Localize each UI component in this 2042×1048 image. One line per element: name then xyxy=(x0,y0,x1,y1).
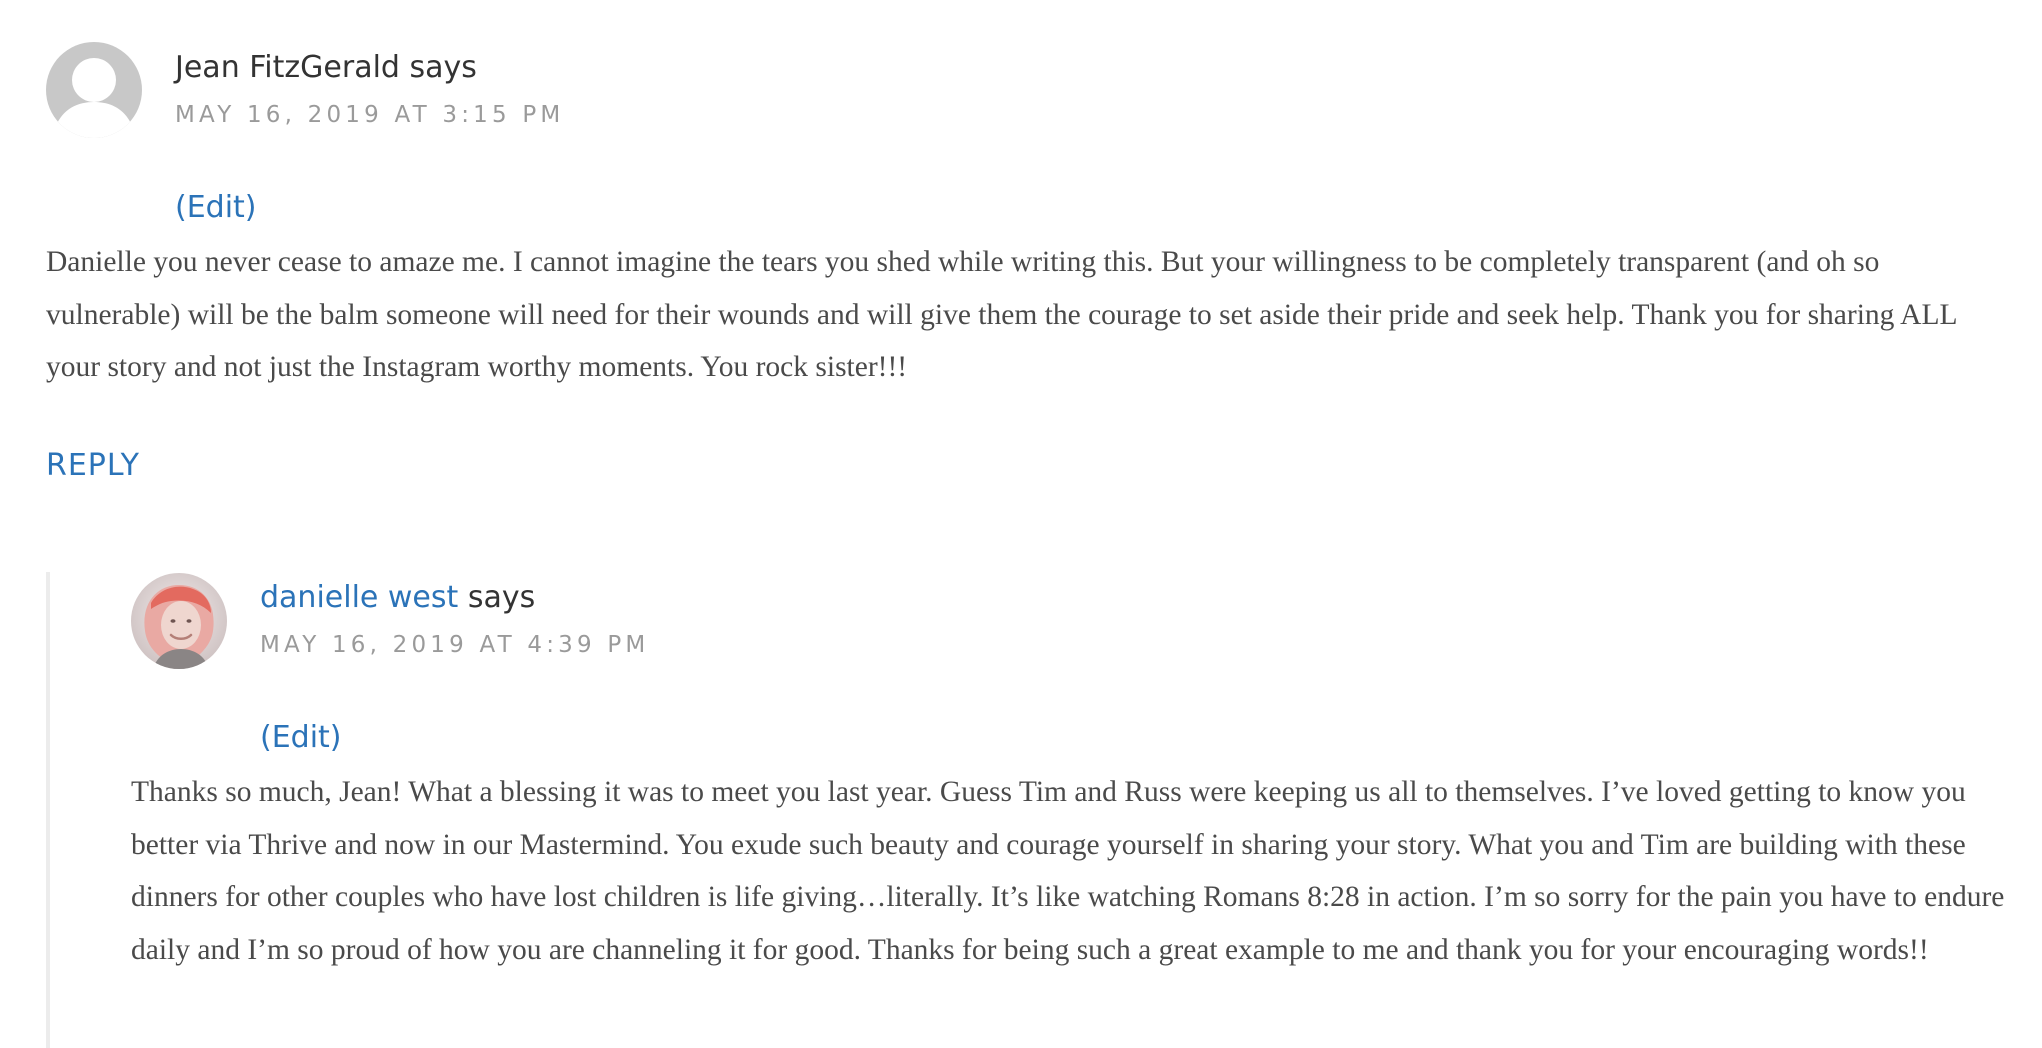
default-avatar-icon xyxy=(46,42,142,138)
reply-body: Thanks so much, Jean! What a blessing it… xyxy=(131,776,2005,966)
reply-says-label: says xyxy=(467,580,536,615)
comment-parent: Jean FitzGerald says MAY 16, 2019 AT 3:1… xyxy=(0,0,2042,520)
reply-date[interactable]: MAY 16, 2019 AT 4:39 PM xyxy=(260,631,649,659)
comment-date[interactable]: MAY 16, 2019 AT 3:15 PM xyxy=(175,101,564,129)
comment-reply: danielle west says MAY 16, 2019 AT 4:39 … xyxy=(0,560,2042,1048)
reply-author-line: danielle west says xyxy=(260,580,535,616)
edit-comment-link[interactable]: (Edit) xyxy=(175,190,257,226)
reply-button[interactable]: REPLY xyxy=(46,448,140,484)
comment-author-line: Jean FitzGerald says xyxy=(175,50,477,86)
edit-reply-link[interactable]: (Edit) xyxy=(260,720,342,756)
reply-author-link[interactable]: danielle west xyxy=(260,580,458,615)
comment-body: Danielle you never cease to amaze me. I … xyxy=(46,246,1957,383)
comment-says-label: says xyxy=(409,50,477,85)
comment-author-name: Jean FitzGerald xyxy=(175,50,400,85)
user-photo-avatar-icon xyxy=(131,573,227,669)
